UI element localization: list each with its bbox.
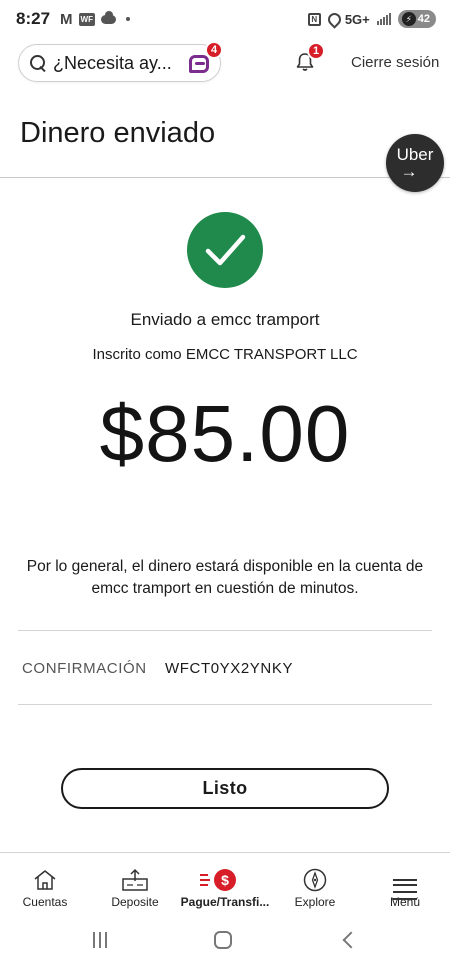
notification-icons: M WF [60,10,130,28]
search-fargo-box[interactable]: ¿Necesita ay... 4 [18,41,223,82]
system-icons: N 5G+ ⚡ 42 [307,10,436,28]
fargo-count-badge: 4 [205,41,223,59]
availability-note: Por lo general, el dinero estará disponi… [26,558,424,597]
notifications-button[interactable]: 1 [293,42,325,76]
uber-shortcut-button[interactable]: Uber → [386,134,444,192]
divider [18,630,432,631]
divider [18,704,432,705]
tab-explore[interactable]: Explore [270,853,360,914]
charging-bolt-icon: ⚡ [401,12,416,26]
fargo-chat-icon [189,55,209,73]
page-title: Dinero enviado [20,117,216,149]
arrow-right-icon: → [400,162,418,181]
registered-as-text: Inscrito como EMCC TRANSPORT LLC [92,346,358,363]
compass-icon [300,867,330,893]
pay-transfer-icon: $ [200,867,240,893]
deposit-icon [120,867,150,893]
tab-label: Cuentas [22,895,68,909]
system-navigation-bar [0,914,450,966]
tab-menu[interactable]: Menú [360,853,450,914]
signal-icon [376,13,391,25]
sent-to-text: Enviado a emcc tramport [130,310,320,329]
tab-cuentas[interactable]: Cuentas [0,853,90,914]
wells-fargo-notification-icon: WF [78,12,95,26]
confirmation-label: CONFIRMACIÓN [22,660,147,677]
tab-label: Explore [294,895,336,909]
gmail-icon: M [60,10,73,28]
cloud-icon [100,10,116,24]
logout-link[interactable]: Cierre sesión [351,54,439,71]
home-button[interactable] [213,931,232,949]
menu-icon [390,867,420,900]
battery-level: 42 [417,13,430,25]
network-type: 5G+ [344,11,370,27]
success-check-icon [187,212,263,288]
back-button[interactable] [342,931,360,949]
top-nav: ¿Necesita ay... 4 1 Cierre sesión [0,41,450,84]
search-icon [29,54,47,72]
tab-pague-transfiera[interactable]: $ Pague/Transfi... [180,853,270,914]
checkmark-icon [205,234,246,266]
battery-indicator: ⚡ 42 [397,10,436,28]
amount-sent: $85.00 [99,389,351,478]
recent-apps-button[interactable] [93,932,108,948]
bottom-tab-bar: Cuentas Deposite $ Pague/Transfi... Expl… [0,852,450,914]
location-icon [328,13,338,26]
tab-label: Pague/Transfi... [180,895,270,909]
more-notifications-dot-icon [125,17,130,21]
status-bar: 8:27 M WF N 5G+ ⚡ 42 [0,0,450,38]
confirmation-number: WFCT0YX2YNKY [165,660,294,677]
search-placeholder: ¿Necesita ay... [53,52,172,73]
status-time: 8:27 [16,9,51,28]
fargo-assistant-button[interactable]: 4 [186,41,223,77]
nfc-icon: N [307,12,321,26]
done-button[interactable]: Listo [61,768,389,809]
tab-deposite[interactable]: Deposite [90,853,180,914]
tab-label: Deposite [111,895,159,909]
title-divider [0,177,450,178]
notification-count-badge: 1 [307,42,325,60]
home-icon [30,867,60,893]
uber-label: Uber [396,145,434,164]
